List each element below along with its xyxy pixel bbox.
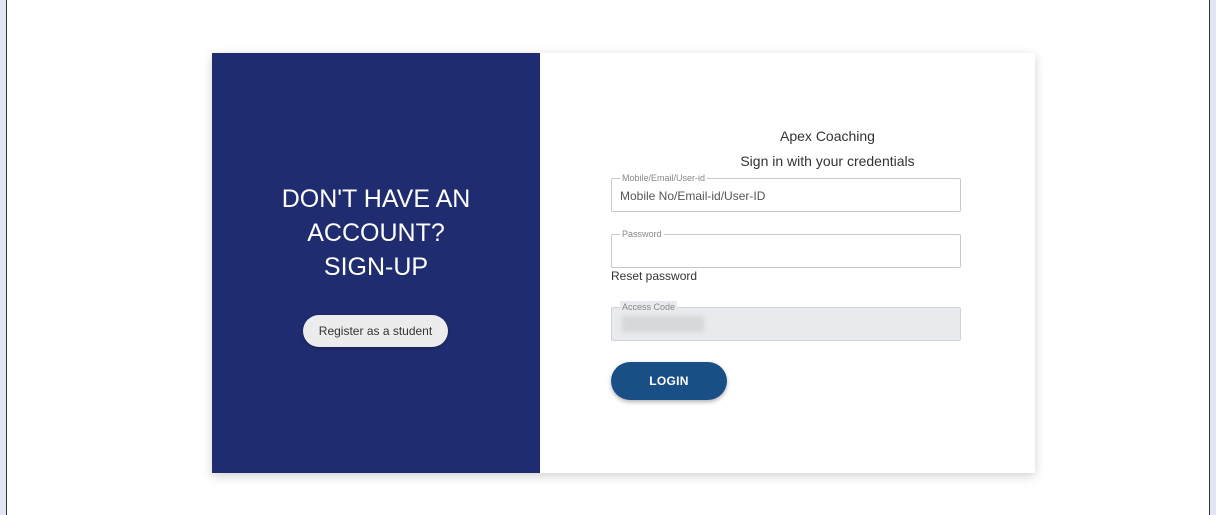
user-id-field[interactable]: Mobile/Email/User-id [611, 172, 961, 212]
password-field[interactable]: Password [611, 228, 961, 268]
access-code-legend: Access Code [620, 301, 678, 313]
register-student-button[interactable]: Register as a student [303, 315, 448, 347]
user-id-legend: Mobile/Email/User-id [620, 172, 708, 184]
access-code-field: Access Code [611, 301, 961, 341]
org-name: Apex Coaching [780, 128, 875, 144]
login-card: DON'T HAVE AN ACCOUNT? SIGN-UP Register … [212, 53, 1035, 473]
reset-password-link[interactable]: Reset password [611, 269, 697, 283]
access-code-blurred-value [622, 316, 704, 332]
signup-heading-line-3: SIGN-UP [323, 253, 429, 281]
signin-subtitle: Sign in with your credentials [740, 153, 915, 169]
signin-panel: Apex Coaching Sign in with your credenti… [540, 53, 1035, 473]
password-input[interactable] [620, 244, 950, 260]
page-frame: DON'T HAVE AN ACCOUNT? SIGN-UP Register … [6, 0, 1210, 515]
login-button[interactable]: LOGIN [611, 362, 727, 400]
signup-heading-line-2: ACCOUNT? [307, 219, 445, 247]
password-legend: Password [620, 228, 664, 240]
signup-heading: DON'T HAVE AN ACCOUNT? SIGN-UP [212, 182, 540, 284]
signup-panel: DON'T HAVE AN ACCOUNT? SIGN-UP Register … [212, 53, 540, 473]
signup-heading-line-1: DON'T HAVE AN [281, 185, 471, 213]
user-id-input[interactable] [620, 188, 950, 204]
